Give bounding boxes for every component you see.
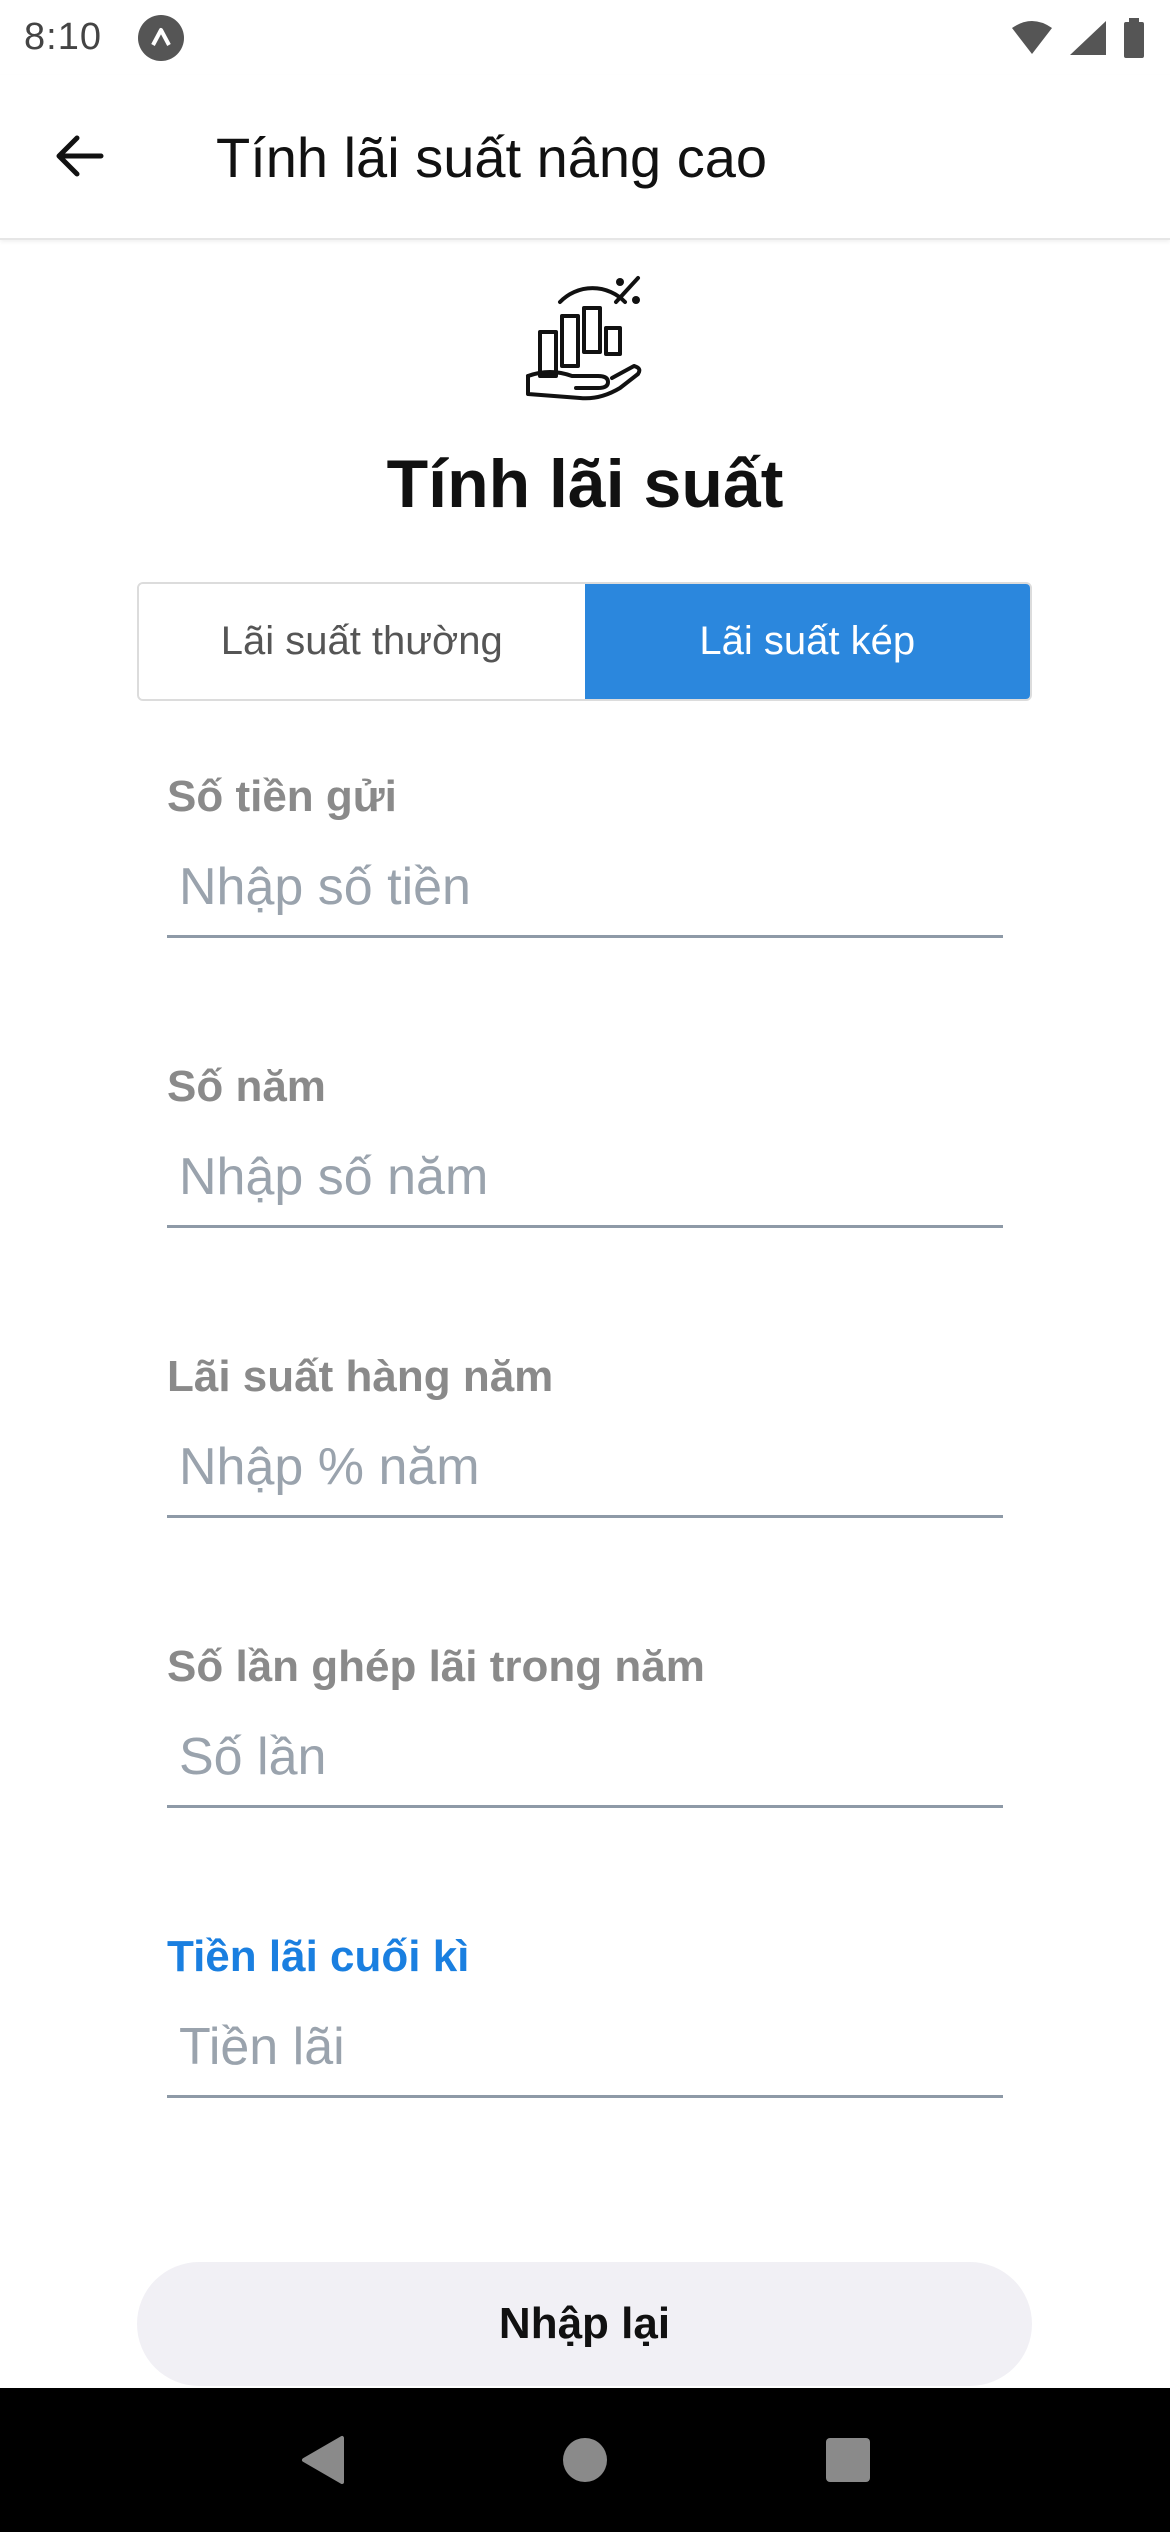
compounding-times-field: Số lần ghép lãi trong năm [167,1642,1003,1808]
reset-button[interactable]: Nhập lại [137,2262,1032,2386]
app-bar: Tính lãi suất nâng cao [0,75,1170,240]
cellular-signal-icon [1070,20,1106,55]
nav-recents-button[interactable] [818,2430,878,2490]
annual-rate-input[interactable] [167,1418,1003,1518]
wifi-icon [1012,20,1052,54]
status-time: 8:10 [24,16,102,58]
final-interest-field: Tiền lãi cuối kì [167,1932,1003,2098]
hero-title: Tính lãi suất [386,446,784,522]
interest-chart-hand-icon [520,272,650,402]
annual-rate-label: Lãi suất hàng năm [167,1352,554,1401]
system-nav-bar [0,2388,1170,2532]
years-input[interactable] [167,1128,1003,1228]
nav-home-icon [562,2438,607,2482]
status-bar: 8:10 [0,0,1170,75]
app-notification-icon [137,14,184,61]
nav-home-button[interactable] [555,2430,615,2490]
tab-compound-interest[interactable]: Lãi suất kép [584,584,1030,699]
nav-back-icon [301,2436,344,2484]
screen: 8:10 Tính lãi suất nâng cao Tính lãi suấ… [0,0,1170,2532]
years-field: Số năm [167,1062,1003,1228]
battery-icon [1124,17,1144,58]
interest-type-toggle: Lãi suất thường Lãi suất kép [137,582,1032,701]
final-interest-input[interactable] [167,1998,1003,2098]
deposit-label: Số tiền gửi [167,772,397,821]
page-title: Tính lãi suất nâng cao [216,126,768,189]
deposit-input[interactable] [167,838,1003,938]
annual-rate-field: Lãi suất hàng năm [167,1352,1003,1518]
tab-simple-interest[interactable]: Lãi suất thường [139,584,585,699]
compounding-times-label: Số lần ghép lãi trong năm [167,1642,705,1691]
back-button[interactable] [40,117,118,195]
final-interest-label: Tiền lãi cuối kì [167,1932,470,1981]
nav-recents-icon [826,2438,871,2482]
status-icons [1010,17,1146,58]
nav-back-button[interactable] [292,2430,352,2490]
arrow-left-icon [56,135,104,177]
deposit-field: Số tiền gửi [167,772,1003,938]
compounding-times-input[interactable] [167,1708,1003,1808]
years-label: Số năm [167,1062,326,1111]
